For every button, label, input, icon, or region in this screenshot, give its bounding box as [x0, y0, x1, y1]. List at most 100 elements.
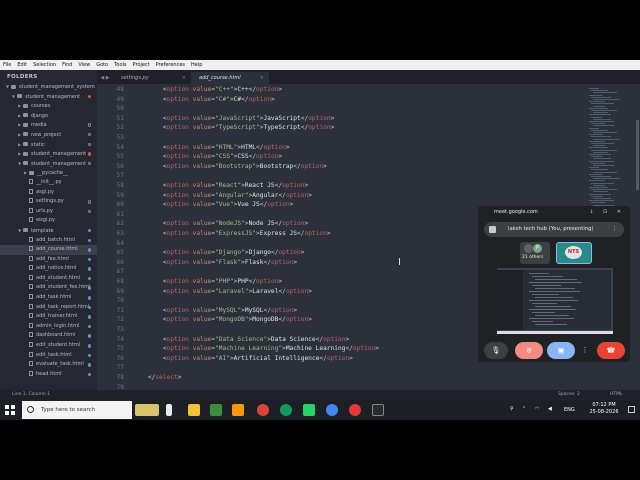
chrome-profile-icon[interactable]	[280, 404, 292, 416]
more-options-icon[interactable]: ⋮	[612, 222, 617, 237]
self-video-tile[interactable]: NTS	[556, 242, 592, 264]
menu-item-find[interactable]: Find	[59, 62, 75, 68]
menu-item-help[interactable]: Help	[188, 62, 205, 68]
menu-item-edit[interactable]: Edit	[14, 62, 30, 68]
chrome-icon[interactable]	[257, 404, 269, 416]
menu-item-file[interactable]: File	[0, 62, 14, 68]
wifi-icon[interactable]: ◠	[535, 406, 539, 412]
folder-icon	[23, 161, 28, 166]
notifications-icon[interactable]	[628, 406, 635, 413]
volume-icon[interactable]: ◀	[548, 406, 552, 412]
minimap-line	[593, 184, 605, 186]
punct: </	[241, 95, 249, 103]
file-explorer-icon[interactable]	[188, 404, 200, 416]
file-item[interactable]: add_notice.html	[0, 264, 97, 274]
microphone-button[interactable]: 🎙	[484, 342, 508, 359]
folder-item[interactable]: ▼ student_management	[0, 159, 97, 169]
chevron-up-icon[interactable]: ⌃	[522, 406, 526, 412]
folder-item[interactable]: ▼ template	[0, 226, 97, 236]
file-item[interactable]: head.html	[0, 370, 97, 380]
file-item[interactable]: add_trainer.html	[0, 312, 97, 322]
punct: </	[248, 278, 257, 285]
file-item[interactable]: add_task.html	[0, 293, 97, 303]
folder-item[interactable]: ▶ __pycache__	[0, 168, 97, 178]
text-cursor	[399, 258, 400, 265]
file-item[interactable]: edit_student.html	[0, 341, 97, 351]
folder-item[interactable]: ▶ new_project	[0, 130, 97, 140]
presenting-banner[interactable]: laksh tech hub (You, presenting) ⋮	[484, 222, 624, 237]
tree-item-label: asgi.py	[36, 188, 54, 195]
menu-item-preferences[interactable]: Preferences	[153, 62, 188, 68]
taskbar-clock[interactable]: 07:12 PM 25-08-2026	[586, 402, 622, 416]
browser-icon[interactable]	[326, 404, 338, 416]
whatsapp-icon[interactable]	[303, 404, 315, 416]
menu-item-tools[interactable]: Tools	[111, 62, 129, 68]
tab-settings-py[interactable]: settings.py ×	[113, 72, 191, 84]
weather-widget-icon[interactable]	[135, 404, 159, 416]
notepad-icon[interactable]	[210, 404, 222, 416]
others-tile[interactable]: P 21 others	[520, 242, 550, 264]
folder-item[interactable]: ▶ static	[0, 140, 97, 150]
person-icon[interactable]: ⚲	[510, 406, 514, 412]
editor-scrollbar[interactable]	[636, 120, 639, 190]
camera-off-button[interactable]: ⊘	[515, 342, 543, 359]
file-item[interactable]: settings.py	[0, 197, 97, 207]
sublime-text-icon[interactable]	[232, 404, 244, 416]
end-call-button[interactable]: ☎	[597, 342, 625, 359]
folder-item[interactable]: ▶ courses	[0, 101, 97, 111]
meet-window-controls[interactable]: ↓ ⊡ ✕	[589, 206, 625, 219]
attr-name: value	[192, 316, 212, 324]
cursor-position: Line 1, Column 1	[12, 392, 51, 397]
file-item[interactable]: urls.py	[0, 207, 97, 217]
file-item[interactable]: add_student_fee.html	[0, 283, 97, 293]
tag-name: option	[166, 316, 189, 324]
menu-item-view[interactable]: View	[75, 62, 93, 68]
file-item[interactable]: add_fee.html	[0, 255, 97, 265]
file-item[interactable]: add_batch.html	[0, 236, 97, 246]
folder-item[interactable]: ▶ media	[0, 120, 97, 130]
folder-item[interactable]: ▼ student_management_system	[0, 82, 97, 92]
file-item[interactable]: __init__.py	[0, 178, 97, 188]
tab-nav-arrows[interactable]: ◀ ▶	[97, 75, 113, 84]
indentation-setting[interactable]: Spaces: 2	[558, 390, 580, 400]
syntax-mode[interactable]: HTML	[610, 390, 623, 400]
file-item[interactable]: admin_login.html	[0, 322, 97, 332]
folder-item[interactable]: ▶ django	[0, 111, 97, 121]
code-line: <option value="C#">C#</option>	[133, 96, 275, 103]
file-item[interactable]: edit_task.html	[0, 351, 97, 361]
attr-name: value	[192, 258, 212, 266]
file-item[interactable]: wsgi.py	[0, 216, 97, 226]
tree-item-label: student_management	[31, 160, 87, 167]
chrome-alt-icon[interactable]	[349, 404, 361, 416]
language-indicator[interactable]: ENG	[564, 407, 575, 413]
file-item[interactable]: dashboard.html	[0, 331, 97, 341]
file-item[interactable]: asgi.py	[0, 188, 97, 198]
task-view-icon[interactable]	[166, 404, 172, 416]
taskbar-search[interactable]: Type here to search	[22, 401, 132, 419]
folder-item[interactable]: ▼ student_management	[0, 92, 97, 102]
punct: >	[330, 124, 335, 132]
line-number: 64	[116, 239, 124, 247]
attr-name: value	[192, 335, 212, 343]
menu-item-goto[interactable]: Goto	[93, 62, 111, 68]
menu-item-selection[interactable]: Selection	[30, 62, 59, 68]
file-item[interactable]: add_course.html	[0, 245, 97, 255]
tab-add-course-html[interactable]: add_course.html ×	[191, 72, 269, 84]
terminal-icon[interactable]	[372, 404, 384, 416]
windows-start-icon[interactable]	[5, 405, 15, 415]
close-icon[interactable]: ×	[260, 72, 264, 84]
file-item[interactable]: evaluate_task.html	[0, 360, 97, 370]
file-item[interactable]: add_task_report.html	[0, 303, 97, 313]
file-item[interactable]: add_student.html	[0, 274, 97, 284]
menu-item-project[interactable]: Project	[130, 62, 153, 68]
code-line: <option value="Bootstrap">Bootstrap</opt…	[133, 163, 327, 170]
close-icon[interactable]: ×	[182, 72, 186, 84]
option-text: Data Science	[270, 335, 316, 343]
attr-name: value	[192, 86, 212, 93]
folder-item[interactable]: ▶ student_management	[0, 149, 97, 159]
present-button[interactable]: ▣	[547, 342, 575, 359]
more-options-button[interactable]: ⋮	[579, 342, 591, 359]
